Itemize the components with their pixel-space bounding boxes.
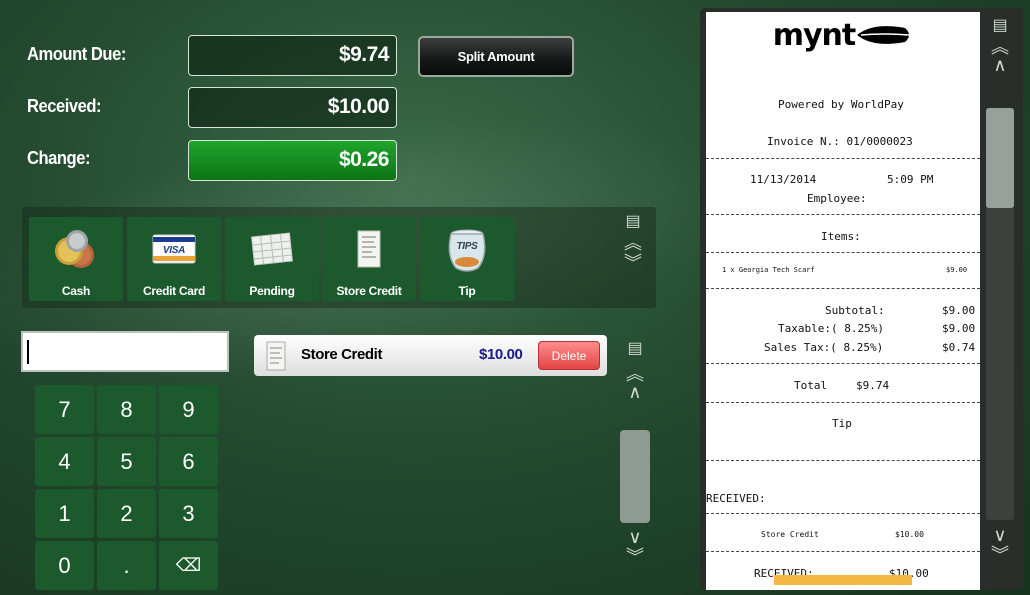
receipt-item: 1 x Georgia Tech Scarf [722, 266, 815, 274]
visa-text: VISA [163, 245, 185, 256]
tips-text: TIPS [456, 241, 478, 252]
key-0[interactable]: 0 [35, 541, 94, 590]
receipt-powered-by: Powered by WorldPay [778, 98, 904, 111]
receipt-highlight [774, 575, 912, 585]
scroll-bottom-icon[interactable]: ︾ [625, 548, 645, 566]
receipt-divider [706, 513, 980, 514]
payment-scroll-controls: ▤ ︽ ∧ [625, 341, 645, 402]
receipt-icon [322, 223, 416, 275]
tender-store-credit-button[interactable]: Store Credit [322, 217, 416, 301]
key-4[interactable]: 4 [35, 437, 94, 486]
receipt-total-value: $9.74 [856, 379, 890, 392]
key-2[interactable]: 2 [97, 489, 156, 538]
receipt-received-header: RECEIVED: [706, 492, 766, 505]
payment-name: Store Credit [301, 346, 383, 363]
receipt-received-method: Store Credit [761, 530, 819, 539]
receipt-salestax-label: Sales Tax:( 8.25%) [764, 341, 884, 354]
tender-label: Pending [249, 284, 295, 298]
visa-card-icon: VISA [127, 223, 221, 275]
scroll-top-icon[interactable]: ︽ [623, 234, 643, 252]
amount-due-field: $9.74 [188, 35, 397, 76]
receipt-divider [706, 551, 980, 552]
page-list-icon[interactable]: ▤ [990, 18, 1010, 34]
logo-text: mynt [772, 17, 857, 53]
receipt-salestax-value: $0.74 [942, 341, 976, 354]
tender-credit-card-button[interactable]: VISA Credit Card [127, 217, 221, 301]
receipt-taxable-value: $9.00 [942, 322, 976, 335]
calendar-icon [225, 223, 319, 275]
receipt-tip-label: Tip [832, 417, 852, 430]
key-6[interactable]: 6 [159, 437, 218, 486]
receipt-date: 11/13/2014 [750, 173, 817, 186]
delete-payment-button[interactable]: Delete [538, 341, 600, 370]
tip-jar-icon: TIPS [420, 223, 514, 275]
receipt-icon [266, 341, 286, 371]
scroll-up-icon[interactable]: ∧ [625, 383, 645, 401]
key-3[interactable]: 3 [159, 489, 218, 538]
mynt-logo: mynt [758, 17, 928, 53]
receipt-taxable-label: Taxable:( 8.25%) [778, 322, 884, 335]
key-5[interactable]: 5 [97, 437, 156, 486]
tender-pending-button[interactable]: Pending [225, 217, 319, 301]
change-field: $0.26 [188, 140, 397, 181]
received-field: $10.00 [188, 87, 397, 128]
tender-label: Credit Card [142, 284, 206, 298]
receipt-divider [706, 252, 980, 253]
amount-entry-input[interactable] [21, 331, 229, 372]
scroll-down-icon[interactable]: ∨ [990, 526, 1010, 544]
payment-scrollbar[interactable] [620, 430, 650, 523]
key-7[interactable]: 7 [35, 385, 94, 434]
receipt-subtotal-label: Subtotal: [825, 304, 885, 317]
tender-label: Store Credit [336, 284, 402, 298]
receipt-time: 5:09 PM [887, 173, 934, 186]
tender-label: Tip [458, 284, 476, 298]
tender-tip-button[interactable]: TIPS Tip [420, 217, 514, 301]
change-label: Change: [27, 148, 91, 168]
key-backspace-icon[interactable]: ⌫ [159, 541, 218, 590]
key-8[interactable]: 8 [97, 385, 156, 434]
receipt-received-method-amount: $10.00 [895, 530, 924, 539]
receipt-divider [706, 288, 980, 289]
page-list-icon[interactable]: ▤ [625, 341, 645, 357]
receipt-divider [706, 214, 980, 215]
page-list-icon[interactable]: ▤ [623, 214, 643, 230]
scroll-top-icon[interactable]: ︽ [990, 38, 1010, 56]
received-label: Received: [27, 96, 102, 116]
receipt-item-amount: $9.00 [946, 266, 968, 274]
tender-cash-button[interactable]: Cash [29, 217, 123, 301]
receipt-invoice: Invoice N.: 01/0000023 [767, 135, 913, 148]
tender-label: Cash [61, 284, 91, 298]
receipt-divider [706, 460, 980, 461]
payment-scroll-controls-bottom: ∨ ︾ [625, 528, 645, 566]
scroll-bottom-icon[interactable]: ︾ [990, 546, 1010, 564]
text-caret [27, 340, 29, 364]
split-amount-button[interactable]: Split Amount [418, 36, 574, 77]
receipt-items-header: Items: [821, 230, 861, 243]
receipt-employee: Employee: [807, 192, 867, 205]
receipt-total-label: Total [794, 379, 828, 392]
tender-scroll-controls: ▤ ︽ ︾ [623, 214, 643, 273]
receipt-scroll-controls: ▤ ︽ ∧ [990, 18, 1010, 75]
scroll-up-icon[interactable]: ∧ [990, 56, 1010, 74]
key-decimal[interactable]: . [97, 541, 156, 590]
receipt-scrollbar-thumb[interactable] [986, 108, 1014, 208]
payment-amount: $10.00 [479, 346, 523, 363]
receipt-subtotal-value: $9.00 [942, 304, 976, 317]
scroll-down-icon[interactable]: ∨ [625, 528, 645, 546]
receipt-scroll-controls-bottom: ∨ ︾ [990, 526, 1010, 564]
receipt-divider [706, 158, 980, 159]
scroll-bottom-icon[interactable]: ︾ [623, 254, 643, 272]
amount-due-label: Amount Due: [27, 44, 126, 64]
leaf-icon [857, 26, 910, 44]
key-1[interactable]: 1 [35, 489, 94, 538]
receipt-divider [706, 363, 980, 364]
scroll-top-icon[interactable]: ︽ [625, 365, 645, 383]
payment-row[interactable]: Store Credit $10.00 Delete [254, 335, 607, 376]
key-9[interactable]: 9 [159, 385, 218, 434]
receipt-preview: mynt Powered by WorldPay Invoice N.: 01/… [706, 12, 980, 590]
coins-icon [29, 223, 123, 275]
receipt-divider [706, 402, 980, 403]
